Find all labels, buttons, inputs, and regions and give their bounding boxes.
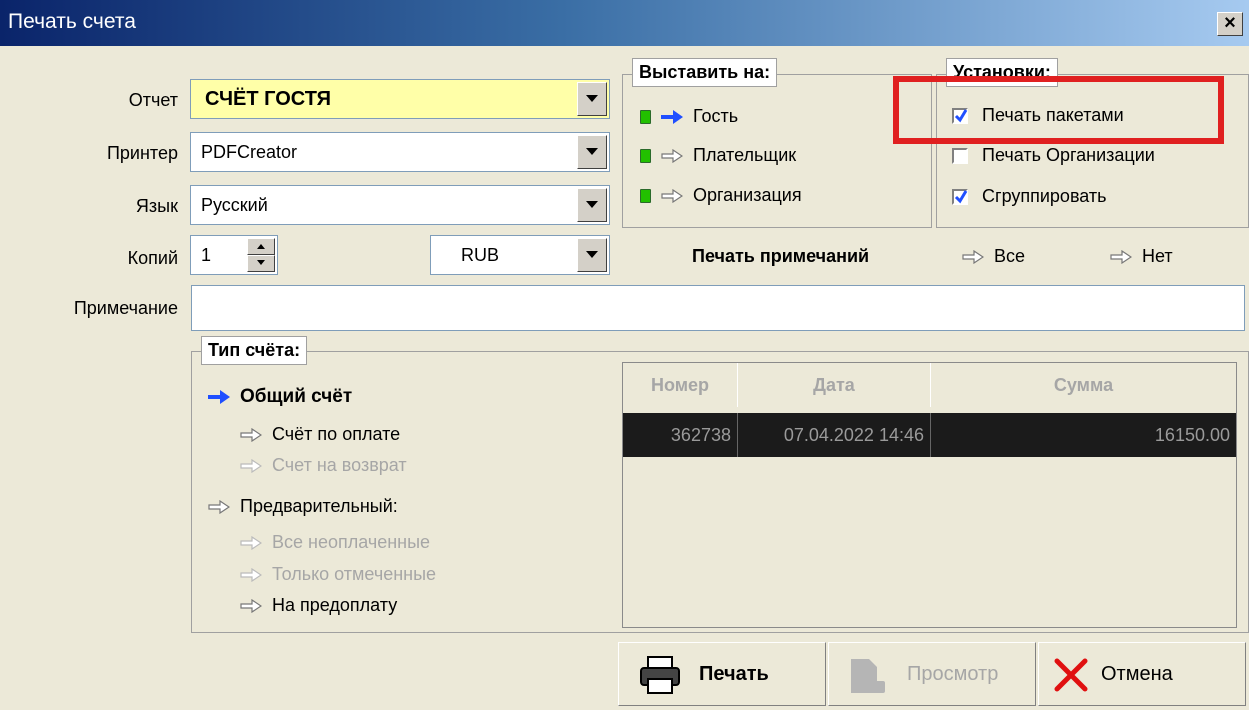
settings-print-organization-label: Печать Организации xyxy=(982,145,1155,165)
invoice-type-title: Тип счёта: xyxy=(201,336,308,365)
print-notes-label: Печать примечаний xyxy=(692,246,870,266)
invoice-type-preliminary[interactable]: Предварительный: xyxy=(208,496,398,517)
status-led-icon xyxy=(640,149,651,164)
status-led-icon xyxy=(640,189,651,204)
arrow-right-outline-icon xyxy=(240,599,262,614)
printer-dropdown-button[interactable] xyxy=(577,135,607,169)
print-invoice-dialog: Печать счета × Отчет СЧЁТ ГОСТЯ Принтер … xyxy=(0,0,1249,710)
issue-to-guest[interactable]: Гость xyxy=(640,106,738,127)
language-label: Язык xyxy=(135,196,178,216)
arrow-right-outline-icon xyxy=(962,250,984,265)
arrow-right-outline-icon xyxy=(661,149,683,164)
print-notes-all-label: Все xyxy=(994,246,1026,266)
column-header-number[interactable]: Номер xyxy=(623,363,738,407)
close-x-icon xyxy=(1054,658,1088,692)
column-header-sum[interactable]: Сумма xyxy=(931,363,1236,407)
report-value: СЧЁТ ГОСТЯ xyxy=(205,88,332,110)
print-button[interactable]: Печать xyxy=(618,642,826,706)
issue-to-organization-label: Организация xyxy=(693,185,802,205)
copies-value: 1 xyxy=(201,245,212,265)
table-row[interactable]: 362738 07.04.2022 14:46 16150.00 xyxy=(623,413,1236,457)
settings-group-items[interactable]: Сгруппировать xyxy=(952,186,1107,207)
arrow-right-outline-icon xyxy=(1110,250,1132,265)
close-button[interactable]: × xyxy=(1217,12,1243,36)
language-value: Русский xyxy=(201,195,268,215)
currency-dropdown-button[interactable] xyxy=(577,238,607,272)
printer-select[interactable]: PDFCreator xyxy=(190,132,610,172)
invoice-type-payment[interactable]: Счёт по оплате xyxy=(240,424,400,445)
cell-number: 362738 xyxy=(623,413,738,457)
report-dropdown-button[interactable] xyxy=(577,82,607,116)
settings-print-organization[interactable]: Печать Организации xyxy=(952,145,1155,166)
issue-to-payer[interactable]: Плательщик xyxy=(640,145,796,166)
currency-select[interactable]: RUB xyxy=(430,235,610,275)
issue-to-payer-label: Плательщик xyxy=(693,145,797,165)
language-dropdown-button[interactable] xyxy=(577,188,607,222)
invoice-type-prepayment-label: На предоплату xyxy=(272,595,398,615)
issue-to-organization[interactable]: Организация xyxy=(640,185,802,206)
column-header-date[interactable]: Дата xyxy=(738,363,931,407)
arrow-right-outline-icon xyxy=(661,189,683,204)
preview-button-label: Просмотр xyxy=(907,663,999,685)
note-input[interactable] xyxy=(191,285,1245,331)
window-title: Печать счета xyxy=(8,10,136,33)
issue-to-guest-label: Гость xyxy=(693,106,739,126)
arrow-right-outline-icon xyxy=(240,536,262,551)
invoice-type-payment-label: Счёт по оплате xyxy=(272,424,401,444)
arrow-right-filled-icon xyxy=(661,110,683,125)
invoice-type-only-marked: Только отмеченные xyxy=(240,564,436,585)
preview-button: Просмотр xyxy=(828,642,1036,706)
invoice-type-all-unpaid: Все неоплаченные xyxy=(240,532,430,553)
invoice-type-refund: Счет на возврат xyxy=(240,455,407,476)
checkbox-checked-icon[interactable] xyxy=(952,189,968,206)
print-button-label: Печать xyxy=(699,663,769,685)
cell-sum: 16150.00 xyxy=(1154,425,1230,445)
report-select[interactable]: СЧЁТ ГОСТЯ xyxy=(190,79,610,119)
highlight-box xyxy=(893,76,1224,144)
status-led-icon xyxy=(640,110,651,125)
printer-icon xyxy=(640,656,680,694)
arrow-right-outline-icon xyxy=(240,428,262,443)
print-notes-none-label: Нет xyxy=(1142,246,1173,266)
document-icon xyxy=(851,659,885,693)
copies-down-button[interactable] xyxy=(247,255,275,272)
invoice-type-preliminary-label: Предварительный: xyxy=(240,496,398,516)
currency-value: RUB xyxy=(461,245,500,265)
invoice-type-general-label: Общий счёт xyxy=(240,386,353,407)
settings-group-items-label: Сгруппировать xyxy=(982,186,1107,206)
copies-up-button[interactable] xyxy=(247,238,275,255)
arrow-right-outline-icon xyxy=(208,500,230,515)
copies-label: Копий xyxy=(127,248,178,268)
cell-date: 07.04.2022 14:46 xyxy=(738,413,931,457)
title-bar[interactable]: Печать счета × xyxy=(0,0,1249,46)
issue-to-title: Выставить на: xyxy=(632,58,778,87)
language-select[interactable]: Русский xyxy=(190,185,610,225)
print-notes-all[interactable]: Все xyxy=(962,246,1025,267)
copies-stepper[interactable]: 1 xyxy=(190,235,278,275)
printer-value: PDFCreator xyxy=(201,142,298,162)
report-label: Отчет xyxy=(128,90,178,110)
cancel-button[interactable]: Отмена xyxy=(1038,642,1246,706)
arrow-right-filled-icon xyxy=(208,389,230,404)
invoice-type-all-unpaid-label: Все неоплаченные xyxy=(272,532,431,552)
note-label: Примечание xyxy=(73,298,178,318)
print-notes-none[interactable]: Нет xyxy=(1110,246,1173,267)
cancel-button-label: Отмена xyxy=(1101,663,1173,685)
printer-label: Принтер xyxy=(106,143,178,163)
arrow-right-outline-icon xyxy=(240,459,262,474)
invoice-type-general[interactable]: Общий счёт xyxy=(208,386,352,408)
checkbox-unchecked-icon[interactable] xyxy=(952,148,968,165)
invoices-table: Номер Дата Сумма 362738 07.04.2022 14:46… xyxy=(622,362,1237,628)
invoice-type-prepayment[interactable]: На предоплату xyxy=(240,595,397,616)
invoice-type-refund-label: Счет на возврат xyxy=(272,455,407,475)
invoice-type-only-marked-label: Только отмеченные xyxy=(272,564,437,584)
arrow-right-outline-icon xyxy=(240,568,262,583)
